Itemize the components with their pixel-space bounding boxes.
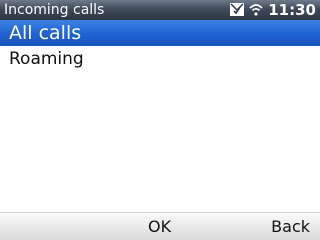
list-item-roaming[interactable]: Roaming [0, 46, 320, 72]
list-item-label: All calls [9, 22, 82, 44]
status-icons: 11:30 [230, 1, 316, 19]
list-item-label: Roaming [9, 49, 84, 69]
ok-softkey[interactable]: OK [148, 213, 171, 240]
clock: 11:30 [268, 1, 316, 19]
screen-title: Incoming calls [4, 2, 105, 18]
wifi-icon [249, 1, 263, 20]
options-list: All calls Roaming [0, 20, 320, 72]
message-icon [230, 1, 245, 20]
status-bar: Incoming calls 11:30 [0, 0, 320, 20]
softkey-bar: OK Back [0, 212, 320, 240]
list-item-all-calls[interactable]: All calls [0, 20, 320, 46]
phone-screen: Incoming calls 11:30 All calls Roaming O… [0, 0, 320, 240]
back-softkey[interactable]: Back [271, 213, 310, 240]
